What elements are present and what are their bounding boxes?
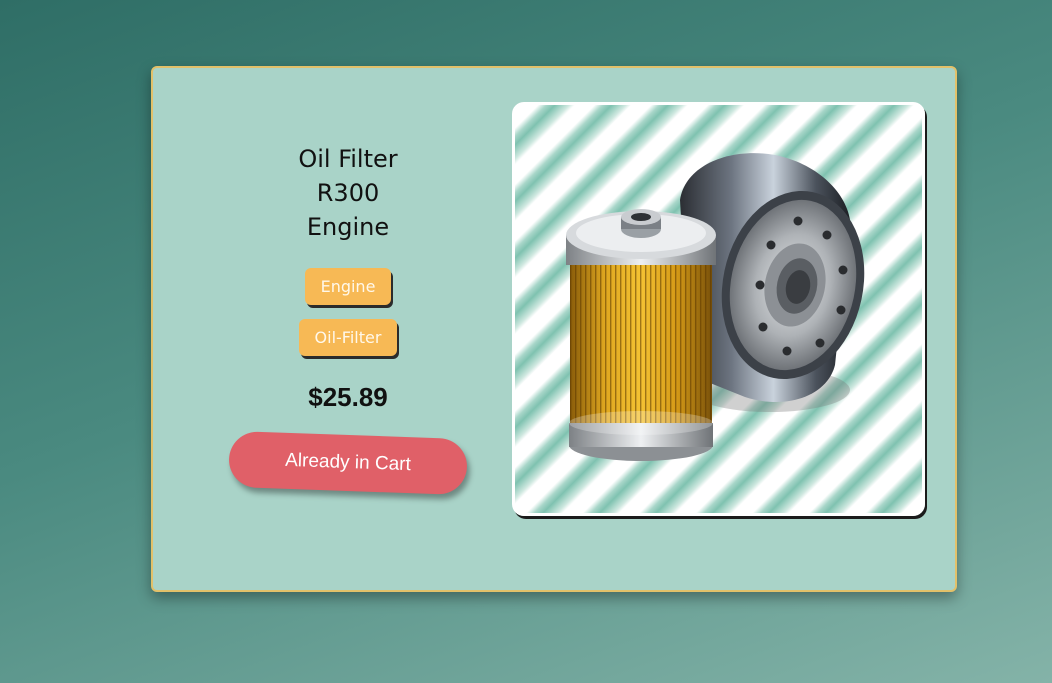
tag-oil-filter[interactable]: Oil-Filter [298, 319, 398, 356]
product-price: $25.89 [308, 382, 388, 412]
oil-filter-product-image [566, 153, 865, 461]
already-in-cart-button[interactable]: Already in Cart [228, 430, 468, 496]
product-title: Oil Filter R300 Engine [298, 145, 398, 241]
product-card: Oil Filter R300 Engine Engine Oil-Filter… [151, 66, 957, 592]
product-image [512, 102, 925, 516]
product-info: Oil Filter R300 Engine Engine Oil-Filter… [213, 142, 483, 496]
tag-engine[interactable]: Engine [304, 268, 392, 305]
